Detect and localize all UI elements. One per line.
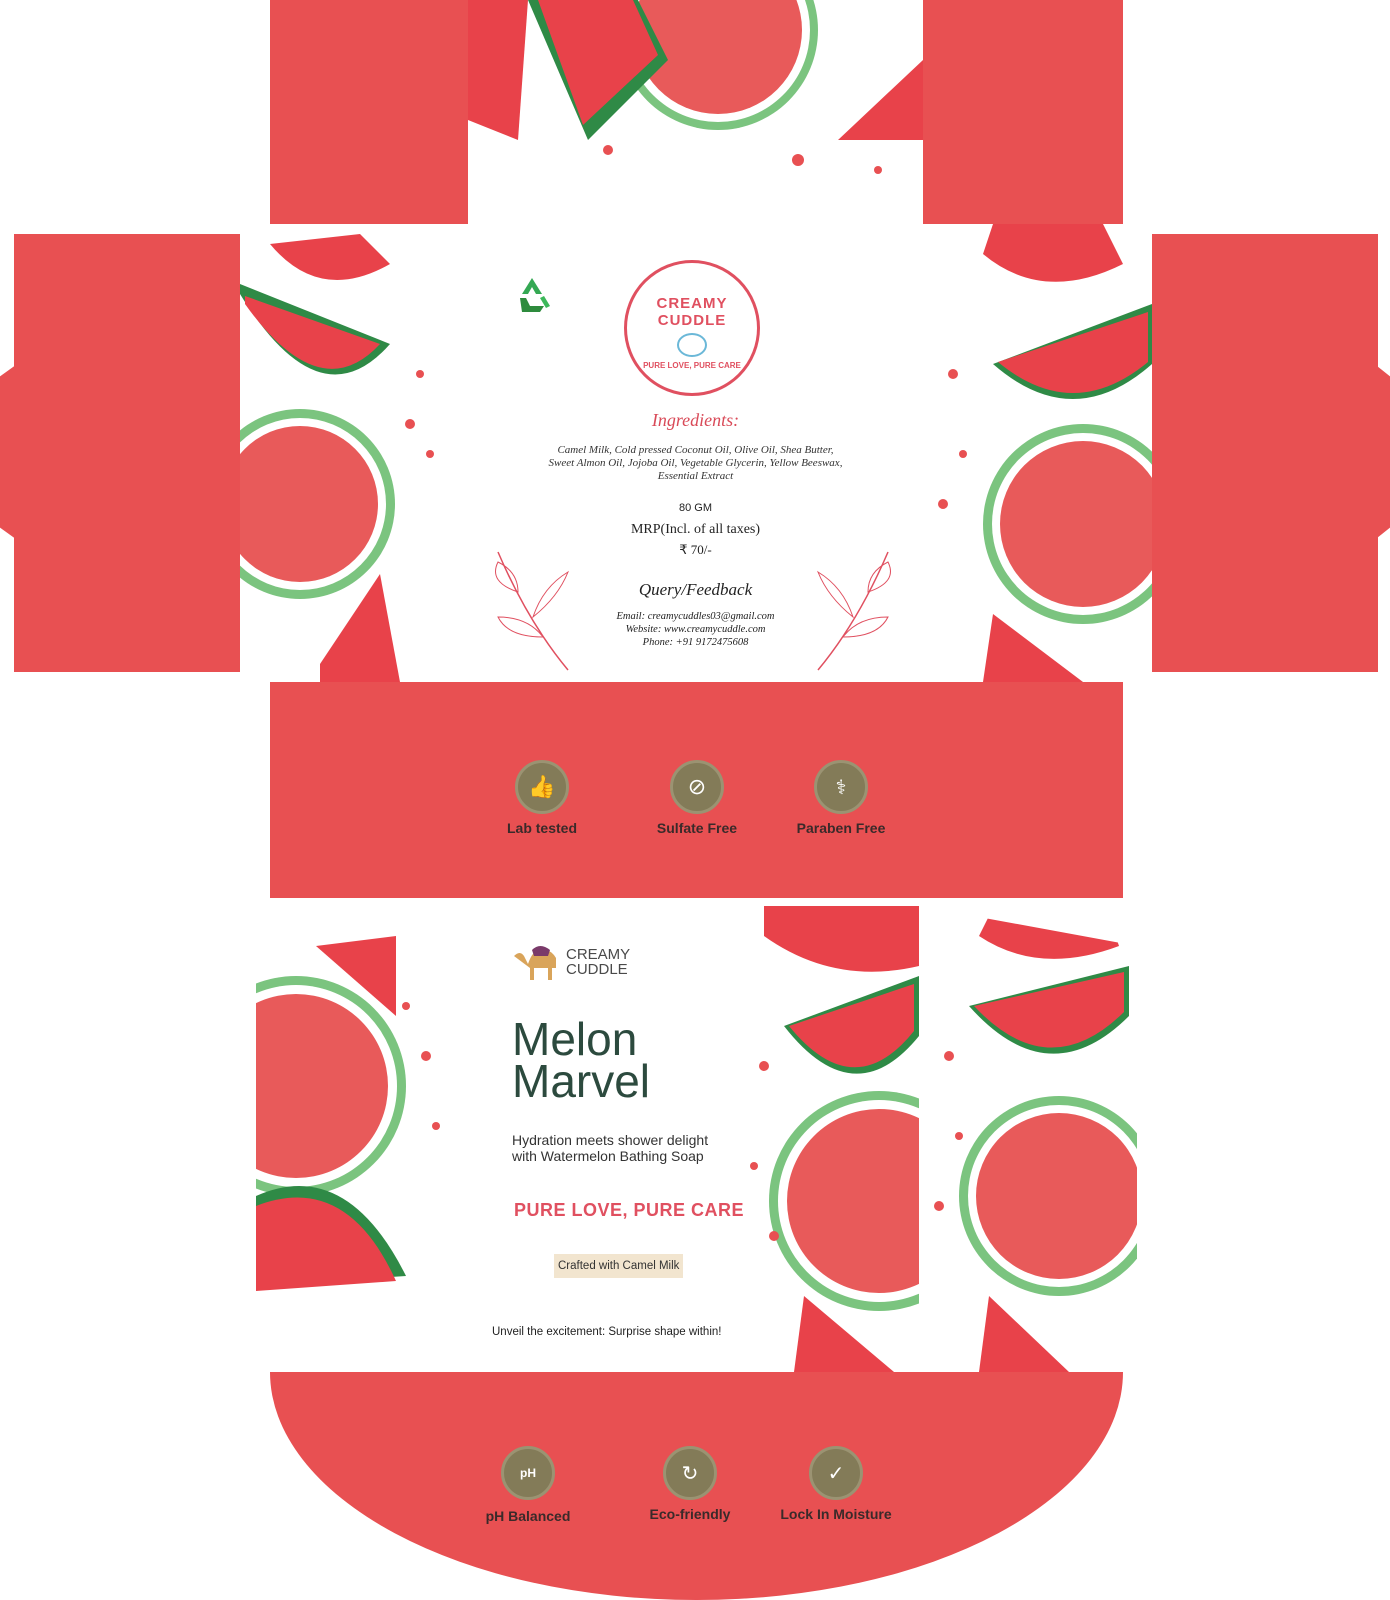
badge-eco-friendly: ↻ Eco-friendly	[610, 1446, 770, 1522]
subtitle-line: with Watermelon Bathing Soap	[512, 1148, 704, 1164]
flask-icon: ⚕	[814, 760, 868, 814]
seal-tagline: PURE LOVE, PURE CARE	[643, 361, 741, 370]
eco-cycle-icon: ↻	[663, 1446, 717, 1500]
badge-paraben-free: ⚕ Paraben Free	[761, 760, 921, 836]
watermelon-illustration	[934, 916, 1137, 1372]
subtitle-line: Hydration meets shower delight	[512, 1132, 709, 1148]
right-side-tab	[1372, 362, 1390, 542]
front-brand-logo: CREAMY CUDDLE	[510, 942, 630, 982]
weight: 80 GM	[678, 502, 712, 514]
badge-lock-in-moisture: ✓ Lock In Moisture	[756, 1446, 916, 1522]
surprise-text: Unveil the excitement: Surprise shape wi…	[492, 1326, 722, 1338]
ph-drop-icon: pH	[501, 1446, 555, 1500]
badge-lab-tested: 👍 Lab tested	[462, 760, 622, 836]
badge-label: Eco-friendly	[649, 1506, 731, 1522]
seal-brand: CREAMY CUDDLE	[656, 295, 728, 329]
ingredients-line: Camel Milk, Cold pressed Coconut Oil, Ol…	[557, 444, 834, 456]
brand-seal: CREAMY CUDDLE PURE LOVE, PURE CARE	[624, 260, 760, 396]
watermelon-illustration	[468, 0, 923, 174]
leaf-branch-icon	[495, 551, 570, 671]
badge-label: pH Balanced	[485, 1508, 571, 1524]
right-side-flap	[1152, 234, 1378, 672]
front-tagline: PURE LOVE, PURE CARE	[514, 1200, 745, 1220]
title-line: Melon	[512, 1013, 638, 1065]
lower-right-side-panel	[919, 906, 1137, 1372]
seal-baby-icon	[677, 333, 707, 357]
moisture-check-icon: ✓	[809, 1446, 863, 1500]
crafted-label: Crafted with Camel Milk	[554, 1254, 684, 1278]
watermelon-illustration	[938, 224, 1152, 682]
watermelon-illustration	[240, 234, 434, 682]
top-lid-panel	[468, 0, 923, 224]
lower-left-side-panel	[256, 906, 474, 1372]
left-side-flap	[14, 234, 240, 672]
ingredients-line: Sweet Almon Oil, Jojoba Oil, Vegetable G…	[548, 457, 843, 469]
left-side-tab	[0, 362, 20, 542]
ingredients-text: Camel Milk, Cold pressed Coconut Oil, Ol…	[508, 444, 883, 483]
camel-icon	[514, 946, 556, 980]
brand-line: CREAMY	[566, 946, 631, 963]
watermelon-illustration	[256, 936, 440, 1291]
brand-line: CUDDLE	[566, 961, 628, 978]
badge-label: Paraben Free	[796, 820, 886, 836]
top-right-flap	[923, 0, 1123, 224]
recycle-icon	[520, 278, 550, 312]
product-subtitle: Hydration meets shower delight with Wate…	[512, 1132, 708, 1164]
top-left-flap	[270, 0, 468, 224]
badge-sulfate-free: ⊘ Sulfate Free	[617, 760, 777, 836]
left-side-panel	[240, 224, 468, 682]
thumbs-up-icon: 👍	[515, 760, 569, 814]
badge-label: Lock In Moisture	[780, 1506, 892, 1522]
badge-label: Sulfate Free	[656, 820, 738, 836]
right-side-panel	[923, 224, 1152, 682]
title-line: Marvel	[512, 1055, 651, 1107]
product-title: Melon Marvel	[512, 1013, 651, 1107]
back-info-panel: CREAMY CUDDLE PURE LOVE, PURE CARE Ingre…	[468, 224, 923, 682]
ingredients-heading: Ingredients:	[651, 410, 740, 430]
leaf-branch-icon	[816, 551, 891, 671]
mrp-label: MRP(Incl. of all taxes)	[630, 522, 761, 537]
front-panel: CREAMY CUDDLE Melon Marvel Hydration mee…	[474, 906, 919, 1372]
no-leaf-icon: ⊘	[670, 760, 724, 814]
badge-ph-balanced: pH pH Balanced	[448, 1446, 608, 1524]
badge-label: Lab tested	[506, 820, 577, 836]
ingredients-line: Essential Extract	[657, 470, 734, 482]
